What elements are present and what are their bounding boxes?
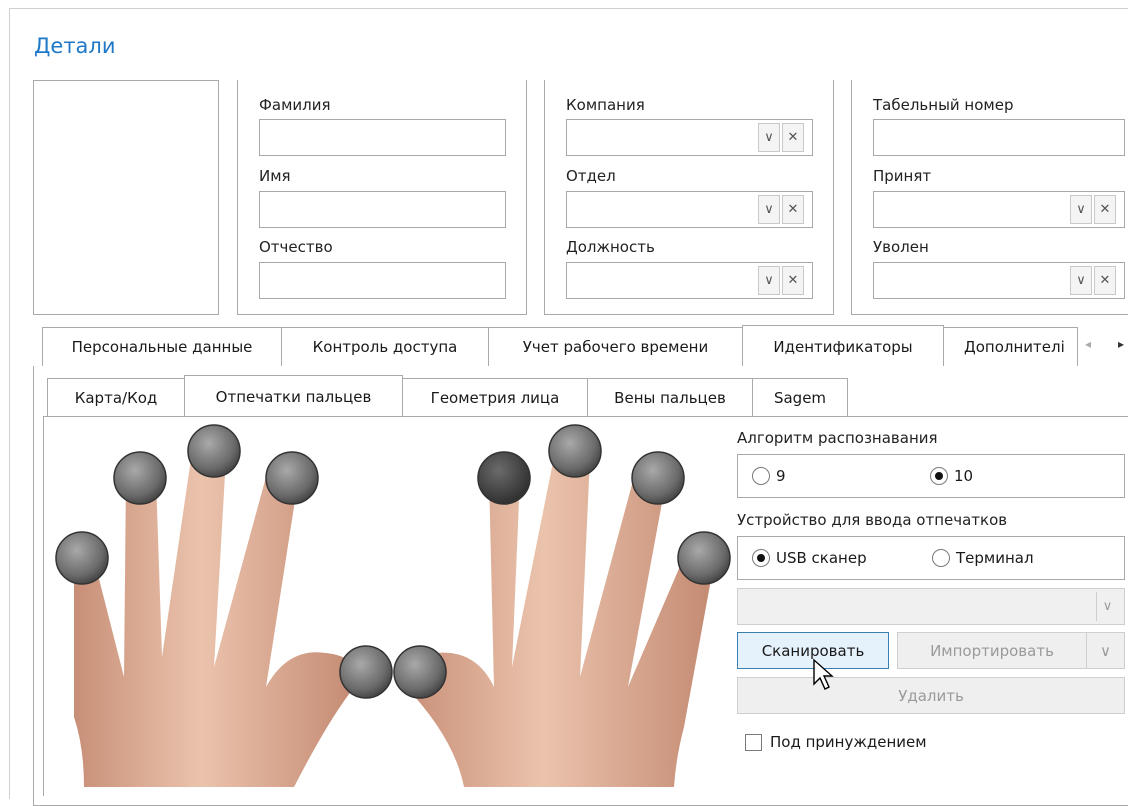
chevron-down-icon: ∨ [1100,641,1111,660]
tab-additional[interactable]: Дополнителі [943,327,1078,366]
device-option-terminal[interactable]: Терминал [932,549,1034,567]
patronymic-input[interactable] [259,262,506,299]
chevron-down-icon[interactable]: ∨ [758,195,780,224]
clear-icon[interactable]: ✕ [1094,266,1116,295]
fingerprint-left-middle[interactable] [187,424,241,478]
fingerprint-left-little[interactable] [55,531,109,585]
clear-icon[interactable]: ✕ [782,123,804,152]
tab-time-tracking[interactable]: Учет рабочего времени [488,327,743,366]
radio-icon[interactable] [752,549,770,567]
employee-number-input[interactable] [873,119,1125,156]
scroll-right-icon[interactable]: ▸ [1118,337,1124,351]
device-label: Устройство для ввода отпечатков [737,511,1008,529]
chevron-down-icon[interactable]: ∨ [1070,195,1092,224]
delete-button[interactable]: Удалить [737,677,1125,714]
last-name-label: Фамилия [259,96,331,114]
algorithm-label: Алгоритм распознавания [737,429,938,447]
subtab-face-geometry[interactable]: Геометрия лица [402,378,588,417]
patronymic-label: Отчество [259,238,333,256]
subtab-card-code[interactable]: Карта/Код [47,378,185,417]
hired-label: Принят [873,167,932,185]
radio-icon[interactable] [752,467,770,485]
radio-icon[interactable] [932,549,950,567]
checkbox-icon[interactable] [745,733,762,751]
chevron-down-icon[interactable]: ∨ [758,123,780,152]
scanner-select[interactable]: ∨ [737,588,1125,625]
last-name-input[interactable] [259,119,506,156]
algorithm-option-label: 9 [776,467,786,485]
first-name-label: Имя [259,167,291,185]
department-label: Отдел [566,167,616,185]
employee-number-label: Табельный номер [873,96,1014,114]
import-button[interactable]: Импортировать [897,632,1087,669]
chevron-down-icon[interactable]: ∨ [1096,592,1118,621]
first-name-input[interactable] [259,191,506,228]
device-option-label: USB сканер [776,549,867,567]
tab-access-control[interactable]: Контроль доступа [281,327,489,366]
company-combo[interactable]: ∨ ✕ [566,119,813,156]
fingerprint-left-index[interactable] [265,451,319,505]
department-combo[interactable]: ∨ ✕ [566,191,813,228]
section-title: Детали [34,34,116,58]
algorithm-option-label: 10 [954,467,974,485]
device-option-usb[interactable]: USB сканер [752,549,867,567]
left-hand [74,446,357,787]
photo-box[interactable] [33,80,219,315]
clear-icon[interactable]: ✕ [782,266,804,295]
company-label: Компания [566,96,645,114]
fingerprint-left-ring[interactable] [113,451,167,505]
scroll-left-icon[interactable]: ◂ [1085,337,1091,351]
fired-date-combo[interactable]: ∨ ✕ [873,262,1125,299]
tab-identifiers[interactable]: Идентификаторы [742,325,944,367]
subtab-finger-veins[interactable]: Вены пальцев [587,378,753,417]
chevron-down-icon[interactable]: ∨ [1070,266,1092,295]
subtab-fingerprints[interactable]: Отпечатки пальцев [184,375,403,417]
import-dropdown-button[interactable]: ∨ [1086,632,1125,669]
chevron-down-icon[interactable]: ∨ [758,266,780,295]
duress-label: Под принуждением [770,733,927,751]
subtab-sagem[interactable]: Sagem [752,378,848,417]
radio-icon[interactable] [930,467,948,485]
fingerprint-right-index[interactable] [477,451,531,505]
fingerprint-right-middle[interactable] [548,424,602,478]
device-option-label: Терминал [956,549,1034,567]
clear-icon[interactable]: ✕ [782,195,804,224]
fingerprint-right-little[interactable] [677,531,731,585]
algorithm-option-10[interactable]: 10 [930,467,973,485]
hired-date-combo[interactable]: ∨ ✕ [873,191,1125,228]
fingerprint-right-thumb[interactable] [393,645,447,699]
fingerprint-right-ring[interactable] [631,451,685,505]
clear-icon[interactable]: ✕ [1094,195,1116,224]
fired-label: Уволен [873,238,929,256]
tab-personal-data[interactable]: Персональные данные [42,327,282,366]
fingerprint-left-thumb[interactable] [339,645,393,699]
algorithm-option-9[interactable]: 9 [752,467,786,485]
position-label: Должность [566,238,655,256]
mouse-cursor-icon [813,658,834,690]
hands-image [44,417,734,787]
position-combo[interactable]: ∨ ✕ [566,262,813,299]
duress-checkbox[interactable]: Под принуждением [745,733,927,751]
